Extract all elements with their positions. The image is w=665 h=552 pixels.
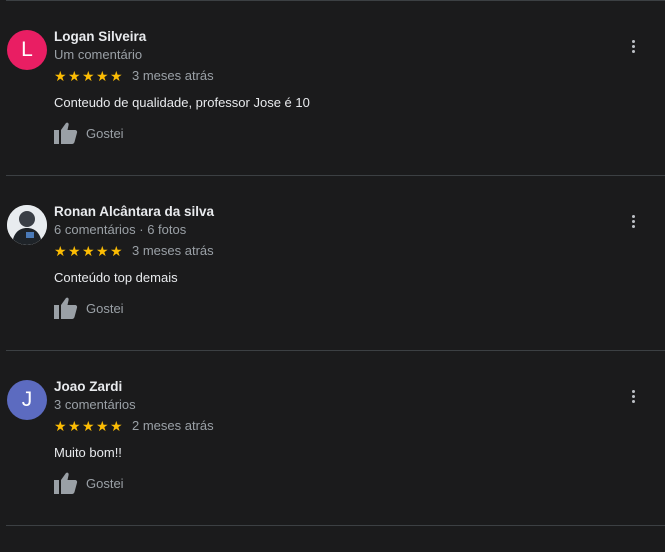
reviewer-meta: 3 comentários [54, 397, 136, 412]
review-text: Conteúdo top demais [54, 270, 178, 285]
like-button[interactable]: Gostei [54, 297, 124, 319]
like-label: Gostei [86, 125, 124, 141]
review-text: Muito bom!! [54, 445, 122, 460]
reviewer-meta: 6 comentários · 6 fotos [54, 222, 187, 237]
review-date: 3 meses atrás [132, 68, 214, 83]
avatar-letter: J [21, 388, 33, 411]
reviews-list: L Logan Silveira Um comentário ★ ★ ★ ★ ★… [0, 0, 665, 552]
more-options-button[interactable] [623, 36, 643, 56]
avatar-letter: L [21, 38, 33, 61]
like-label: Gostei [86, 475, 124, 491]
more-vert-icon [631, 39, 635, 54]
avatar[interactable]: L [7, 30, 47, 70]
star-icon: ★ [54, 68, 67, 84]
review-date: 2 meses atrás [132, 418, 214, 433]
like-button[interactable]: Gostei [54, 472, 124, 494]
star-icon: ★ [82, 68, 95, 84]
star-icon: ★ [82, 243, 95, 259]
review-item: Ronan Alcântara da silva 6 comentários ·… [0, 175, 665, 350]
star-icon: ★ [68, 418, 81, 434]
more-options-button[interactable] [623, 386, 643, 406]
rating: ★ ★ ★ ★ ★ 3 meses atrás [54, 67, 214, 85]
reviewer-name[interactable]: Ronan Alcântara da silva [54, 204, 214, 219]
star-icon: ★ [110, 68, 123, 84]
star-icon: ★ [96, 243, 109, 259]
review-date: 3 meses atrás [132, 243, 214, 258]
reviewer-name[interactable]: Joao Zardi [54, 379, 122, 394]
star-icon: ★ [110, 418, 123, 434]
divider [6, 525, 665, 526]
avatar[interactable]: J [7, 380, 47, 420]
review-item: L Logan Silveira Um comentário ★ ★ ★ ★ ★… [0, 0, 665, 175]
star-icon: ★ [82, 418, 95, 434]
star-icon: ★ [68, 243, 81, 259]
review-item: J Joao Zardi 3 comentários ★ ★ ★ ★ ★ 2 m… [0, 350, 665, 525]
star-icon: ★ [96, 418, 109, 434]
thumbs-up-icon [54, 122, 78, 144]
reviewer-name[interactable]: Logan Silveira [54, 29, 146, 44]
star-icon: ★ [110, 243, 123, 259]
reviewer-meta: Um comentário [54, 47, 143, 62]
rating: ★ ★ ★ ★ ★ 3 meses atrás [54, 242, 214, 260]
more-options-button[interactable] [623, 211, 643, 231]
star-icon: ★ [68, 68, 81, 84]
profile-photo [7, 205, 47, 245]
avatar[interactable] [7, 205, 47, 245]
thumbs-up-icon [54, 297, 78, 319]
more-vert-icon [631, 214, 635, 229]
star-icon: ★ [54, 243, 67, 259]
like-button[interactable]: Gostei [54, 122, 124, 144]
thumbs-up-icon [54, 472, 78, 494]
more-vert-icon [631, 389, 635, 404]
like-label: Gostei [86, 300, 124, 316]
rating: ★ ★ ★ ★ ★ 2 meses atrás [54, 417, 214, 435]
star-icon: ★ [96, 68, 109, 84]
star-icon: ★ [54, 418, 67, 434]
review-text: Conteudo de qualidade, professor Jose é … [54, 95, 310, 110]
